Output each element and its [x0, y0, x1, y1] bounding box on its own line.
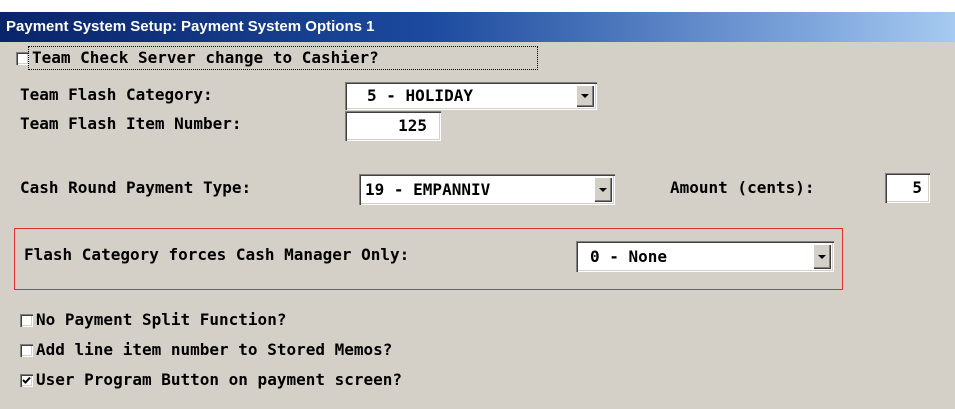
team-flash-item-number-field[interactable]: 125 [345, 111, 441, 141]
team-flash-category-dropdown-button[interactable] [576, 85, 594, 107]
flash-category-forces-dropdown[interactable]: 0 - None [576, 241, 834, 272]
user-program-button-checkbox[interactable] [20, 374, 33, 387]
cash-round-payment-type-label: Cash Round Payment Type: [20, 178, 252, 197]
user-program-button-label[interactable]: User Program Button on payment screen? [36, 369, 402, 391]
cash-round-payment-type-dropdown-button[interactable] [594, 177, 612, 202]
amount-cents-value: 5 [912, 178, 922, 197]
payment-options-window: Payment System Setup: Payment System Opt… [0, 0, 955, 409]
team-check-server-checkbox[interactable] [16, 52, 29, 65]
team-flash-category-label: Team Flash Category: [20, 85, 213, 104]
top-margin [0, 0, 955, 12]
flash-category-forces-dropdown-button[interactable] [813, 244, 831, 269]
checkmark-icon [22, 376, 31, 384]
amount-cents-label: Amount (cents): [670, 178, 815, 197]
team-flash-item-number-label: Team Flash Item Number: [20, 114, 242, 133]
window-title: Payment System Setup: Payment System Opt… [0, 12, 955, 42]
flash-category-forces-value: 0 - None [590, 247, 668, 266]
flash-category-forces-label: Flash Category forces Cash Manager Only: [24, 245, 410, 264]
team-flash-category-value: 5 - HOLIDAY [367, 86, 473, 105]
team-flash-item-number-value: 125 [398, 116, 427, 135]
amount-cents-field[interactable]: 5 [885, 173, 930, 203]
cash-round-payment-type-dropdown[interactable]: 19 - EMPANNIV [359, 174, 615, 205]
team-check-server-label[interactable]: Team Check Server change to Cashier? [32, 47, 379, 69]
chevron-down-icon [818, 254, 826, 259]
chevron-down-icon [599, 187, 607, 192]
no-payment-split-label[interactable]: No Payment Split Function? [36, 309, 286, 331]
team-flash-category-dropdown[interactable]: 5 - HOLIDAY [345, 82, 597, 110]
cash-round-payment-type-value: 19 - EMPANNIV [365, 180, 491, 199]
add-line-item-number-label[interactable]: Add line item number to Stored Memos? [36, 339, 392, 361]
no-payment-split-checkbox[interactable] [20, 314, 33, 327]
add-line-item-number-checkbox[interactable] [20, 344, 33, 357]
chevron-down-icon [581, 94, 589, 98]
